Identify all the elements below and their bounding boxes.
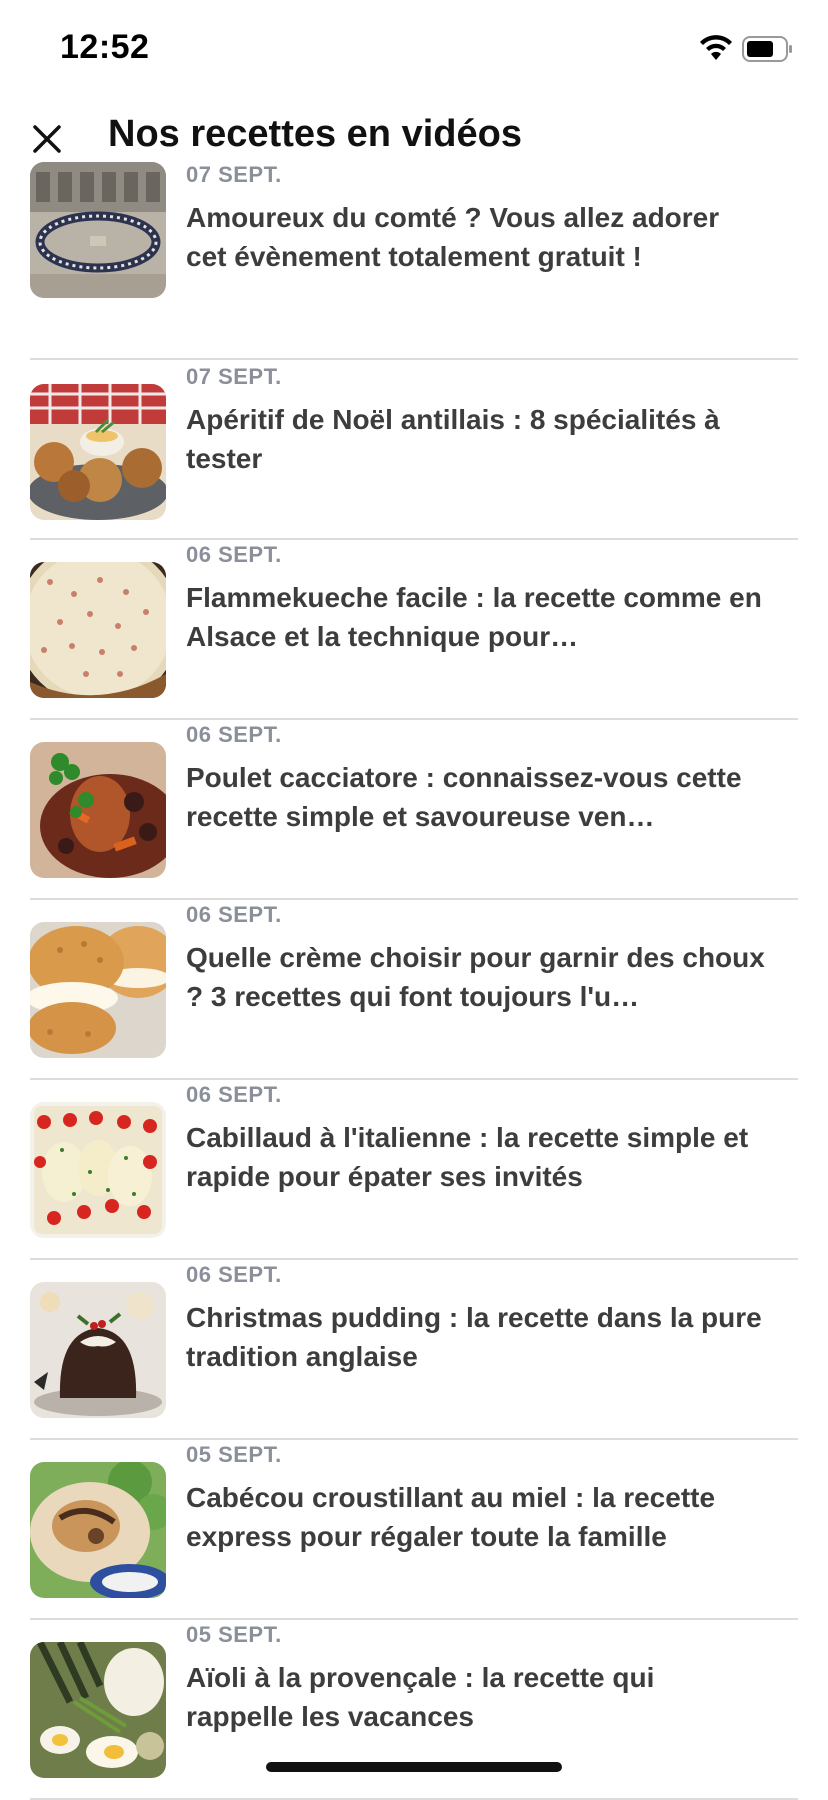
article-date: 05 SEPT. [186,1622,282,1647]
article-item[interactable]: 06 SEPT. Quelle crème choisir pour garni… [0,900,828,1080]
article-title: Flammekueche facile : la recette comme e… [186,582,762,652]
article-thumbnail [30,1102,166,1238]
battery-icon [742,36,792,62]
wifi-icon [700,35,732,60]
article-thumbnail [30,1282,166,1418]
article-title: Poulet cacciatore : connaissez-vous cett… [186,762,742,832]
article-thumbnail [30,742,166,878]
article-title: Amoureux du comté ? Vous allez adorer ce… [186,202,720,272]
article-thumbnail [30,162,166,298]
home-indicator[interactable] [266,1762,562,1772]
article-title: Apéritif de Noël antillais : 8 spécialit… [186,404,720,474]
article-date: 07 SEPT. [186,162,282,187]
article-title: Cabécou croustillant au miel : la recett… [186,1482,716,1552]
article-title: Aïoli à la provençale : la recette qui r… [186,1662,655,1732]
article-item[interactable]: 06 SEPT. Christmas pudding : la recette … [0,1260,828,1440]
article-date: 05 SEPT. [186,1442,282,1467]
article-item[interactable]: 07 SEPT. Apéritif de Noël antillais : 8 … [0,360,828,540]
article-date: 06 SEPT. [186,1082,282,1107]
article-date: 06 SEPT. [186,902,282,927]
article-title: Cabillaud à l'italienne : la recette sim… [186,1122,749,1192]
article-thumbnail [30,1642,166,1778]
article-item[interactable]: 06 SEPT. Flammekueche facile : la recett… [0,540,828,720]
article-thumbnail [30,562,166,698]
status-bar: 12:52 [0,0,828,100]
article-item[interactable]: 06 SEPT. Poulet cacciatore : connaissez-… [0,720,828,900]
article-thumbnail [30,384,166,520]
article-item[interactable]: 05 SEPT. Cabécou croustillant au miel : … [0,1440,828,1620]
close-icon [33,125,61,153]
article-date: 06 SEPT. [186,542,282,567]
article-list: 07 SEPT. Amoureux du comté ? Vous allez … [0,162,828,1800]
article-date: 06 SEPT. [186,1262,282,1287]
close-button[interactable] [24,116,70,162]
article-title: Christmas pudding : la recette dans la p… [186,1302,762,1372]
article-date: 07 SEPT. [186,364,282,389]
article-title: Quelle crème choisir pour garnir des cho… [186,942,765,1012]
article-item[interactable]: 05 SEPT. Aïoli à la provençale : la rece… [0,1620,828,1800]
status-time: 12:52 [60,28,150,66]
article-date: 06 SEPT. [186,722,282,747]
page-title: Nos recettes en vidéos [108,113,522,155]
article-thumbnail [30,922,166,1058]
article-item[interactable]: 07 SEPT. Amoureux du comté ? Vous allez … [0,162,828,360]
article-thumbnail [30,1462,166,1598]
article-item[interactable]: 06 SEPT. Cabillaud à l'italienne : la re… [0,1080,828,1260]
